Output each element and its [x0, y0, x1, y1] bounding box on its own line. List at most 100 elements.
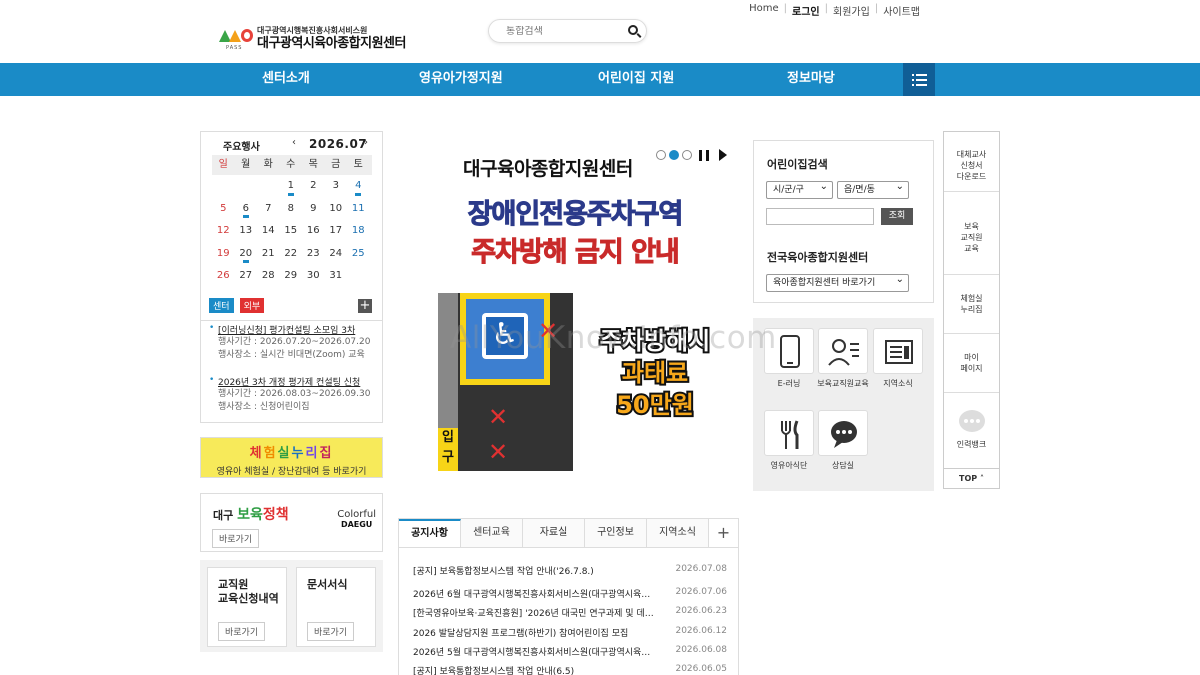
calendar-day[interactable]: 9: [302, 198, 325, 221]
district-select[interactable]: 시/군/구: [766, 179, 833, 199]
daycare-search-button[interactable]: 조회: [881, 208, 913, 225]
calendar-day[interactable]: 24: [325, 243, 348, 266]
calendar-day[interactable]: 11: [347, 198, 370, 221]
tag-center[interactable]: 센터: [209, 298, 234, 313]
tab-jobs[interactable]: 구인정보: [585, 519, 647, 547]
staff-training-go-button[interactable]: 바로가기: [218, 622, 266, 641]
play-icon[interactable]: [719, 149, 727, 161]
calendar-day[interactable]: 7: [257, 198, 280, 221]
colorful-daegu-logo: Colorful DAEGU: [337, 509, 376, 530]
tag-external[interactable]: 외부: [239, 298, 265, 313]
calendar-day[interactable]: 18: [347, 220, 370, 243]
board-row[interactable]: 2026년 6월 대구광역시행복진흥사회서비스원(대구광역시육… 2026.07.…: [413, 587, 727, 600]
slide-dot-active[interactable]: [669, 150, 679, 160]
forms-go-button[interactable]: 바로가기: [307, 622, 355, 641]
event-item[interactable]: [이러닝신청] 평가컨설팅 소모임 3차 행사기간 : 2026.07.20~2…: [209, 323, 374, 362]
national-center-title: 전국육아종합지원센터: [767, 251, 869, 264]
calendar-day[interactable]: 29: [280, 265, 303, 288]
calendar-next-icon[interactable]: ›: [364, 137, 368, 148]
calendar-day[interactable]: 8: [280, 198, 303, 221]
slide-title: 대구육아종합지원센터: [463, 158, 633, 180]
calendar-day[interactable]: 2: [302, 175, 325, 198]
all-menu-icon[interactable]: [903, 63, 935, 96]
home-link[interactable]: Home: [744, 3, 784, 18]
meal-menu-label: 영유아식단: [770, 461, 808, 470]
board-more-icon[interactable]: +: [709, 519, 738, 547]
board-row[interactable]: [공지] 보육통합정보시스템 작업 안내('26.7.8.) 2026.07.08: [413, 564, 727, 577]
calendar-more-icon[interactable]: +: [358, 299, 372, 313]
weekday-label: 월: [241, 159, 251, 170]
signup-link[interactable]: 회원가입: [828, 3, 875, 18]
slide-dot[interactable]: [656, 150, 666, 160]
utensils-icon: [781, 420, 799, 449]
calendar-day[interactable]: 30: [302, 265, 325, 288]
nav-item-daycare-support[interactable]: 어린이집 지원: [598, 63, 674, 96]
slide-dot[interactable]: [682, 150, 692, 160]
board-row[interactable]: [공지] 보육통합정보시스템 작업 안내(6.5) 2026.06.05: [413, 664, 727, 675]
calendar-day[interactable]: 14: [257, 220, 280, 243]
nav-item-family-support[interactable]: 영유아가정지원: [419, 63, 503, 96]
calendar-day[interactable]: 22: [280, 243, 303, 266]
sidebar-item-my-page[interactable]: 마이 페이지: [944, 334, 999, 393]
tab-notices[interactable]: 공지사항: [399, 519, 461, 547]
sidebar-item-job-bank[interactable]: 인력뱅크: [944, 393, 999, 469]
calendar-day[interactable]: 6: [235, 198, 258, 221]
center-shortcut-select[interactable]: 육아종합지원센터 바로가기: [766, 272, 909, 292]
calendar-day[interactable]: 28: [257, 265, 280, 288]
main-slide-banner[interactable]: 대구육아종합지원센터 장애인전용주차구역 주차방해 금지 안내 ♿ 입 구 ✕ …: [420, 140, 730, 480]
calendar-day[interactable]: 26: [212, 265, 235, 288]
calendar-day[interactable]: 3: [325, 175, 348, 198]
nav-item-about[interactable]: 센터소개: [262, 63, 310, 96]
calendar-empty: [212, 175, 235, 198]
calendar-day[interactable]: 16: [302, 220, 325, 243]
meal-menu-button[interactable]: [764, 410, 814, 456]
event-item[interactable]: 2026년 3차 개정 평가제 컨설팅 신청 행사기간 : 2026.08.03…: [209, 375, 374, 414]
board-row[interactable]: [한국영유아보육·교육진흥원] '2026년 대국민 연구과제 및 데… 2026…: [413, 606, 727, 619]
top-links: Home | 로그인 | 회원가입 | 사이트맵: [744, 3, 925, 18]
site-logo[interactable]: PASS 대구광역시행복진흥사회서비스원 대구광역시육아종합지원센터: [219, 24, 406, 54]
search-input[interactable]: [506, 25, 626, 37]
sidebar-item-staff-education[interactable]: 보육 교직원 교육: [944, 192, 999, 275]
policy-go-button[interactable]: 바로가기: [212, 529, 260, 548]
tab-local-news[interactable]: 지역소식: [647, 519, 709, 547]
logo-org-name: 대구광역시행복진흥사회서비스원: [257, 26, 368, 35]
elearning-button[interactable]: [764, 328, 814, 374]
calendar-day[interactable]: 27: [235, 265, 258, 288]
calendar-day[interactable]: 17: [325, 220, 348, 243]
calendar-day[interactable]: 13: [235, 220, 258, 243]
sidebar-item-substitute-teacher[interactable]: 대체교사 신청서 다운로드: [944, 132, 999, 192]
tab-resources[interactable]: 자료실: [523, 519, 585, 547]
experience-room-banner[interactable]: 체험실누리집 영유아 체험실 / 장난감대여 등 바로가기: [200, 437, 383, 478]
calendar-day[interactable]: 20: [235, 243, 258, 266]
calendar-day[interactable]: 19: [212, 243, 235, 266]
calendar-day[interactable]: 31: [325, 265, 348, 288]
calendar-prev-icon[interactable]: ‹: [292, 137, 296, 148]
pause-icon[interactable]: [699, 149, 709, 161]
board-row[interactable]: 2026년 5월 대구광역시행복진흥사회서비스원(대구광역시육… 2026.06.…: [413, 645, 727, 658]
calendar-day[interactable]: 12: [212, 220, 235, 243]
news-icon: [885, 340, 913, 364]
board-row[interactable]: 2026 발달상담지원 프로그램(하반기) 참여어린이집 모집 2026.06.1…: [413, 626, 727, 639]
login-link[interactable]: 로그인: [787, 3, 825, 18]
daycare-name-input[interactable]: [766, 208, 874, 225]
town-select[interactable]: 읍/면/동: [837, 179, 909, 199]
forms-box: 문서서식 바로가기: [296, 567, 376, 647]
counseling-button[interactable]: [818, 410, 868, 456]
calendar-day[interactable]: 23: [302, 243, 325, 266]
calendar-day[interactable]: 21: [257, 243, 280, 266]
sidebar-item-experience-room[interactable]: 체험실 누리집: [944, 275, 999, 334]
calendar-day[interactable]: 15: [280, 220, 303, 243]
sitemap-link[interactable]: 사이트맵: [878, 3, 925, 18]
calendar-day[interactable]: 4: [347, 175, 370, 198]
nav-item-info[interactable]: 정보마당: [787, 63, 835, 96]
search-icon[interactable]: [628, 25, 638, 35]
tab-center-education[interactable]: 센터교육: [461, 519, 523, 547]
calendar-day[interactable]: 25: [347, 243, 370, 266]
scroll-top-button[interactable]: TOP ˄: [944, 468, 999, 488]
calendar-day[interactable]: 1: [280, 175, 303, 198]
calendar-day[interactable]: 10: [325, 198, 348, 221]
local-news-button[interactable]: [873, 328, 923, 374]
x-mark-icon: ✕: [488, 403, 509, 431]
calendar-day[interactable]: 5: [212, 198, 235, 221]
staff-education-button[interactable]: [818, 328, 868, 374]
